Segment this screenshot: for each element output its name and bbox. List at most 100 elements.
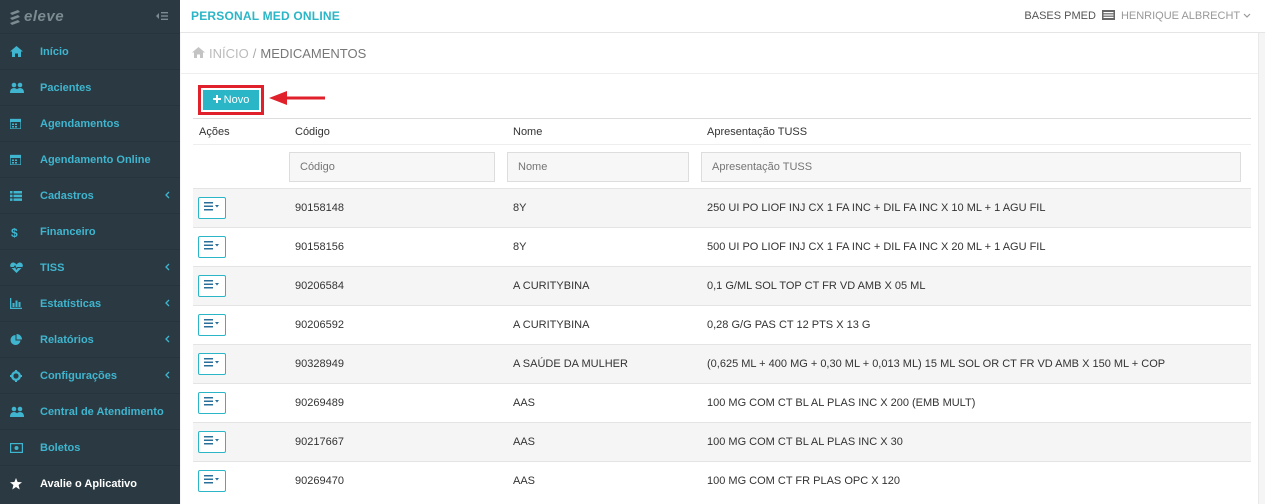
nome-cell: AAS bbox=[507, 383, 701, 423]
breadcrumb-home[interactable]: INÍCIO bbox=[192, 46, 249, 61]
bar-chart-icon bbox=[10, 298, 40, 309]
row-actions-button[interactable] bbox=[198, 197, 226, 219]
sidebar-item-estatisticas[interactable]: Estatísticas bbox=[0, 285, 180, 321]
medications-table: Ações Código Nome Apresentação TUSS 9015… bbox=[193, 118, 1251, 501]
calendar-icon bbox=[10, 118, 40, 129]
codigo-cell: 90158148 bbox=[289, 188, 507, 228]
menu-icon bbox=[204, 202, 220, 214]
home-icon bbox=[10, 46, 40, 57]
sidebar-item-label: Início bbox=[40, 45, 69, 58]
new-button[interactable]: Novo bbox=[203, 90, 259, 110]
row-actions-button[interactable] bbox=[198, 275, 226, 297]
sidebar-item-label: TISS bbox=[40, 261, 65, 274]
apresentacao-filter-input[interactable] bbox=[701, 151, 1241, 182]
sidebar-item-label: Financeiro bbox=[40, 225, 96, 238]
table-row[interactable]: 90269489 AAS 100 MG COM CT BL AL PLAS INC … bbox=[193, 383, 1251, 423]
sidebar-item-pacientes[interactable]: Pacientes bbox=[0, 69, 180, 105]
logo-mark-icon bbox=[10, 9, 20, 25]
user-menu[interactable]: HENRIQUE ALBRECHT bbox=[1121, 10, 1251, 22]
actions-cell bbox=[193, 461, 289, 501]
star-icon bbox=[10, 477, 40, 490]
table-row[interactable]: 90269470 AAS 100 MG COM CT FR PLAS OPC X 1… bbox=[193, 461, 1251, 501]
filter-cell-codigo bbox=[289, 144, 507, 189]
sidebar-item-inicio[interactable]: Início bbox=[0, 33, 180, 69]
sidebar-item-agendamentos[interactable]: Agendamentos bbox=[0, 105, 180, 141]
menu-icon bbox=[204, 241, 220, 253]
row-actions-button[interactable] bbox=[198, 314, 226, 336]
database-icon[interactable] bbox=[1101, 9, 1115, 23]
app-logo[interactable]: eleve bbox=[8, 8, 64, 25]
table-row[interactable]: 90217667 AAS 100 MG COM CT BL AL PLAS INC … bbox=[193, 422, 1251, 462]
logo-text: eleve bbox=[24, 8, 65, 25]
row-actions-button[interactable] bbox=[198, 353, 226, 375]
table-row[interactable]: 90206592 A CURITYBINA 0,28 G/G PAS CT 12 P… bbox=[193, 305, 1251, 345]
chevron-left-icon bbox=[164, 190, 170, 202]
filter-row bbox=[193, 144, 1251, 189]
header-codigo[interactable]: Código bbox=[289, 118, 507, 145]
sidebar-item-label: Relatórios bbox=[40, 333, 94, 346]
filter-cell-apresentacao bbox=[701, 144, 1251, 189]
apresentacao-cell: 100 MG COM CT FR PLAS OPC X 120 bbox=[701, 461, 1251, 501]
codigo-cell: 90328949 bbox=[289, 344, 507, 384]
home-icon bbox=[192, 46, 205, 61]
sidebar-item-tiss[interactable]: TISS bbox=[0, 249, 180, 285]
table-row[interactable]: 90158148 8Y 250 UI PO LIOF INJ CX 1 FA INC… bbox=[193, 188, 1251, 228]
new-button-highlight: Novo bbox=[198, 85, 264, 115]
users-icon bbox=[10, 82, 40, 93]
plus-icon bbox=[212, 94, 221, 106]
topbar: PERSONAL MED ONLINE BASES PMED HENRIQUE … bbox=[180, 0, 1265, 33]
sidebar-header: eleve bbox=[0, 0, 180, 33]
sidebar-item-label: Configurações bbox=[40, 369, 118, 382]
heartbeat-icon bbox=[10, 262, 40, 273]
header-apresentacao[interactable]: Apresentação TUSS bbox=[701, 118, 1251, 145]
gear-icon bbox=[10, 369, 40, 382]
codigo-cell: 90269470 bbox=[289, 461, 507, 501]
sidebar-item-central-de-atendimento[interactable]: Central de Atendimento bbox=[0, 393, 180, 429]
sidebar-item-cadastros[interactable]: Cadastros bbox=[0, 177, 180, 213]
actions-cell bbox=[193, 344, 289, 384]
sidebar-item-label: Estatísticas bbox=[40, 297, 102, 310]
bases-label[interactable]: BASES PMED bbox=[1024, 10, 1096, 22]
svg-text:$: $ bbox=[11, 226, 18, 238]
table-row[interactable]: 90206584 A CURITYBINA 0,1 G/ML SOL TOP CT … bbox=[193, 266, 1251, 306]
row-actions-button[interactable] bbox=[198, 431, 226, 453]
filter-cell-empty bbox=[193, 144, 289, 189]
content-panel: INÍCIO / MEDICAMENTOS Novo Ações Código bbox=[181, 33, 1259, 504]
sidebar-item-label: Central de Atendimento bbox=[40, 405, 164, 418]
sidebar-item-configuracoes[interactable]: Configurações bbox=[0, 357, 180, 393]
apresentacao-cell: 0,1 G/ML SOL TOP CT FR VD AMB X 05 ML bbox=[701, 266, 1251, 306]
table-row[interactable]: 90158156 8Y 500 UI PO LIOF INJ CX 1 FA INC… bbox=[193, 227, 1251, 267]
breadcrumb-separator: / bbox=[252, 45, 257, 61]
header-nome[interactable]: Nome bbox=[507, 118, 701, 145]
table-body: 90158148 8Y 250 UI PO LIOF INJ CX 1 FA INC… bbox=[193, 188, 1251, 501]
sidebar-item-boletos[interactable]: Boletos bbox=[0, 429, 180, 465]
sidebar-collapse-icon[interactable] bbox=[156, 10, 168, 24]
sidebar-item-avalie-o-aplicativo[interactable]: Avalie o Aplicativo bbox=[0, 465, 180, 501]
row-actions-button[interactable] bbox=[198, 392, 226, 414]
list-icon bbox=[10, 190, 40, 201]
codigo-filter-input[interactable] bbox=[289, 151, 495, 182]
users-icon bbox=[10, 406, 40, 417]
topbar-right: BASES PMED HENRIQUE ALBRECHT bbox=[1024, 9, 1251, 23]
sidebar-item-label: Boletos bbox=[40, 441, 81, 454]
sidebar-item-label: Agendamento Online bbox=[40, 153, 151, 166]
sidebar-item-label: Agendamentos bbox=[40, 117, 120, 130]
row-actions-button[interactable] bbox=[198, 470, 226, 493]
actions-cell bbox=[193, 188, 289, 228]
sidebar-item-agendamento-online[interactable]: Agendamento Online bbox=[0, 141, 180, 177]
menu-icon bbox=[204, 280, 220, 292]
new-button-label: Novo bbox=[223, 94, 250, 106]
nome-cell: A CURITYBINA bbox=[507, 266, 701, 306]
nome-filter-input[interactable] bbox=[507, 151, 689, 182]
actions-cell bbox=[193, 383, 289, 423]
table-header-row: Ações Código Nome Apresentação TUSS bbox=[193, 118, 1251, 145]
sidebar-item-financeiro[interactable]: $ Financeiro bbox=[0, 213, 180, 249]
sidebar-nav: Início Pacientes Agendamentos Agendamento O… bbox=[0, 33, 180, 501]
app-title: PERSONAL MED ONLINE bbox=[191, 9, 340, 23]
user-name: HENRIQUE ALBRECHT bbox=[1120, 10, 1240, 22]
sidebar-item-relatorios[interactable]: Relatórios bbox=[0, 321, 180, 357]
table-row[interactable]: 90328949 A SAÚDE DA MULHER (0,625 ML + 400… bbox=[193, 344, 1251, 384]
menu-icon bbox=[204, 436, 220, 448]
apresentacao-cell: 100 MG COM CT BL AL PLAS INC X 200 (EMB … bbox=[701, 383, 1251, 423]
row-actions-button[interactable] bbox=[198, 236, 226, 258]
